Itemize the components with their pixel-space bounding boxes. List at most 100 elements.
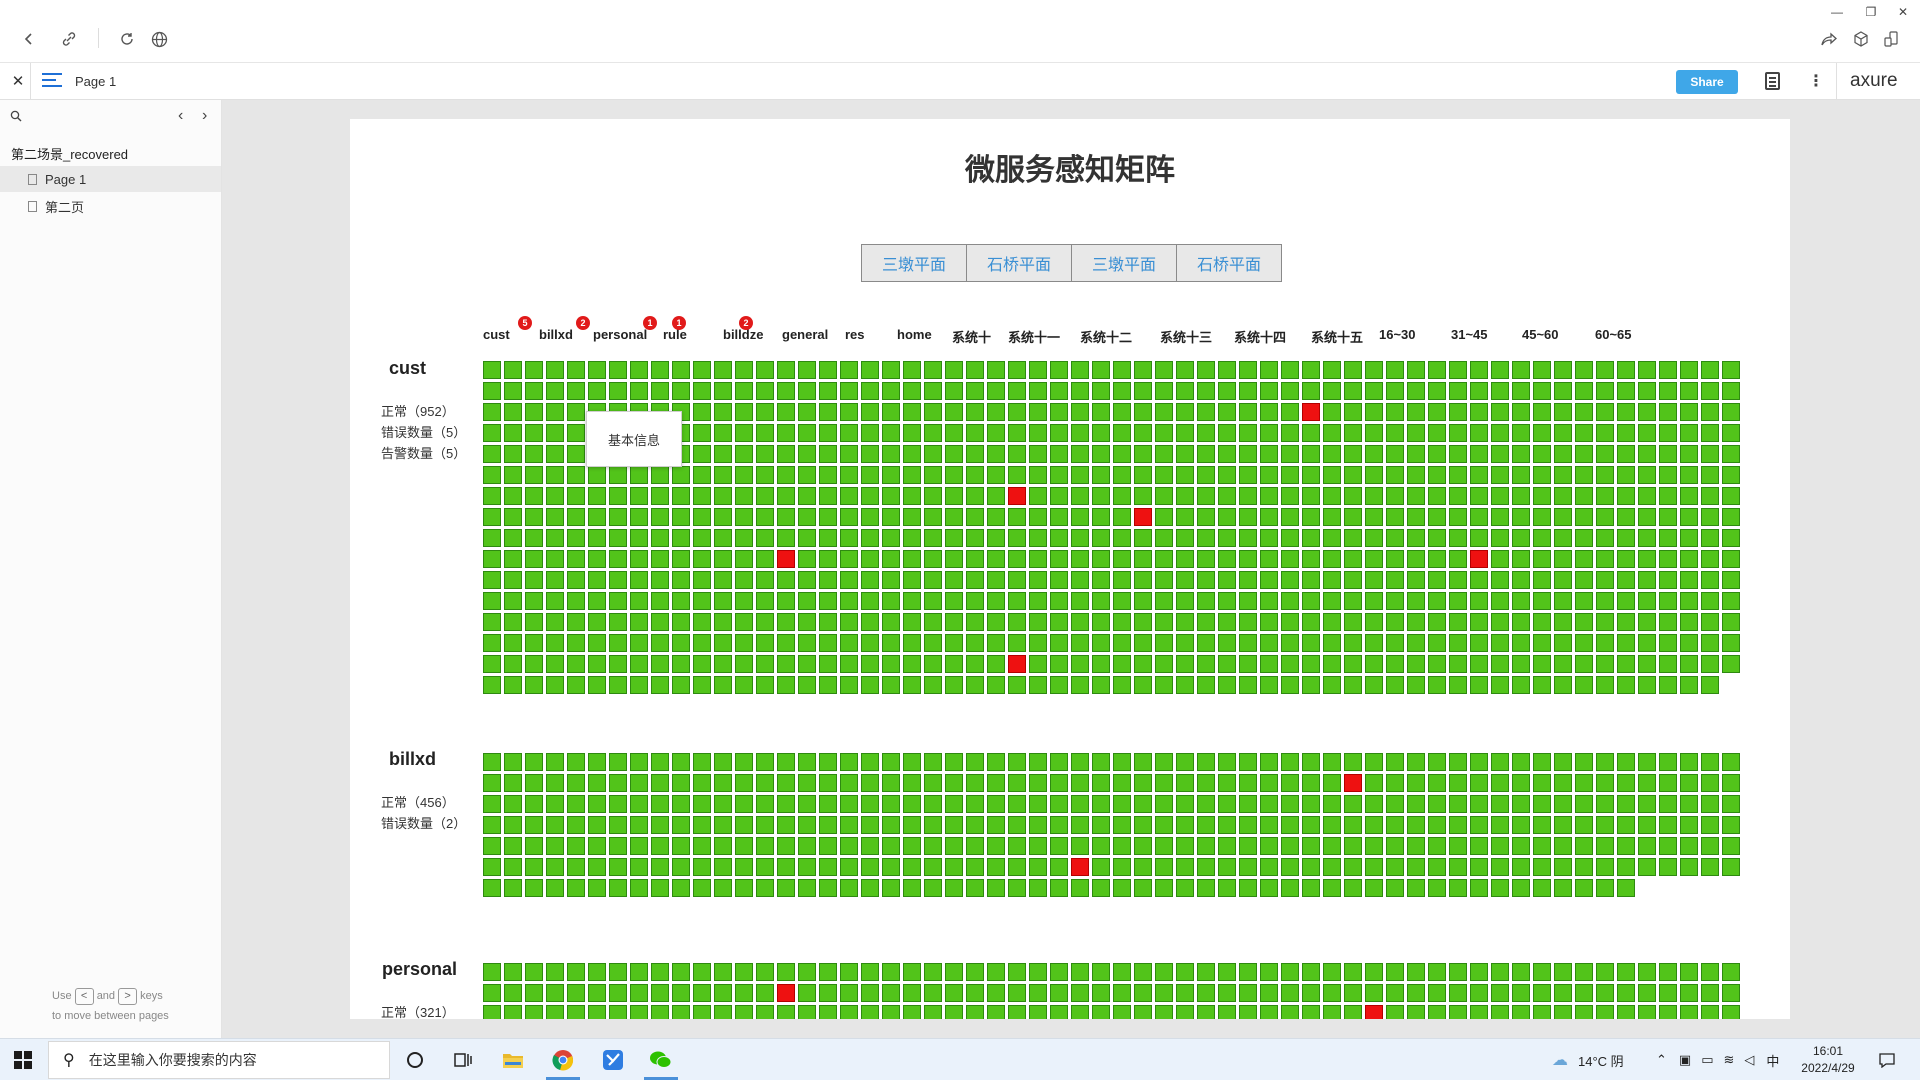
status-cell[interactable]: [1638, 753, 1656, 771]
status-cell[interactable]: [1113, 795, 1131, 813]
status-cell[interactable]: [1638, 487, 1656, 505]
status-cell[interactable]: [1344, 382, 1362, 400]
status-cell[interactable]: [840, 508, 858, 526]
status-cell[interactable]: [840, 879, 858, 897]
status-cell[interactable]: [588, 634, 606, 652]
status-cell[interactable]: [1617, 592, 1635, 610]
status-cell[interactable]: [714, 571, 732, 589]
status-cell[interactable]: [693, 613, 711, 631]
status-cell[interactable]: [1365, 361, 1383, 379]
column-header[interactable]: 系统十二: [1080, 327, 1132, 346]
status-cell[interactable]: [777, 753, 795, 771]
status-cell[interactable]: [1113, 550, 1131, 568]
status-cell[interactable]: [1407, 1005, 1425, 1019]
status-cell[interactable]: [924, 550, 942, 568]
status-cell[interactable]: [1239, 984, 1257, 1002]
status-cell[interactable]: [1218, 508, 1236, 526]
status-cell[interactable]: [1533, 424, 1551, 442]
status-cell[interactable]: [777, 466, 795, 484]
status-cell[interactable]: [1386, 655, 1404, 673]
status-cell[interactable]: [693, 837, 711, 855]
status-cell[interactable]: [1008, 382, 1026, 400]
status-cell[interactable]: [1596, 529, 1614, 547]
status-cell[interactable]: [819, 487, 837, 505]
status-cell[interactable]: [840, 858, 858, 876]
status-cell[interactable]: [1260, 837, 1278, 855]
status-cell[interactable]: [1491, 613, 1509, 631]
status-cell[interactable]: [1575, 1005, 1593, 1019]
status-cell[interactable]: [840, 1005, 858, 1019]
status-cell[interactable]: [1575, 634, 1593, 652]
status-cell[interactable]: [546, 571, 564, 589]
status-cell[interactable]: [987, 795, 1005, 813]
status-cell[interactable]: [1638, 816, 1656, 834]
status-cell[interactable]: [1596, 879, 1614, 897]
status-cell[interactable]: [735, 424, 753, 442]
status-cell[interactable]: [1092, 858, 1110, 876]
status-cell[interactable]: [1092, 753, 1110, 771]
status-cell[interactable]: [525, 816, 543, 834]
status-cell[interactable]: [588, 963, 606, 981]
status-cell[interactable]: [1218, 550, 1236, 568]
status-cell[interactable]: [1722, 963, 1740, 981]
status-cell[interactable]: [1407, 466, 1425, 484]
status-cell[interactable]: [504, 571, 522, 589]
status-cell[interactable]: [1386, 963, 1404, 981]
status-cell[interactable]: [1239, 529, 1257, 547]
status-cell[interactable]: [630, 634, 648, 652]
status-cell[interactable]: [1638, 550, 1656, 568]
status-cell[interactable]: [1050, 613, 1068, 631]
status-cell[interactable]: [798, 466, 816, 484]
status-cell[interactable]: [861, 879, 879, 897]
status-cell[interactable]: [693, 858, 711, 876]
status-cell[interactable]: [1344, 879, 1362, 897]
status-cell[interactable]: [525, 403, 543, 421]
status-cell[interactable]: [987, 424, 1005, 442]
status-cell[interactable]: [756, 655, 774, 673]
status-cell[interactable]: [630, 655, 648, 673]
status-cell[interactable]: [966, 403, 984, 421]
status-cell[interactable]: [714, 487, 732, 505]
status-cell[interactable]: [1365, 529, 1383, 547]
status-cell[interactable]: [1113, 676, 1131, 694]
status-cell[interactable]: [630, 550, 648, 568]
status-cell[interactable]: [1092, 984, 1110, 1002]
status-cell[interactable]: [609, 487, 627, 505]
status-cell[interactable]: [1680, 382, 1698, 400]
status-cell[interactable]: [840, 424, 858, 442]
status-cell[interactable]: [1050, 529, 1068, 547]
status-cell[interactable]: [1344, 592, 1362, 610]
status-cell[interactable]: [1554, 984, 1572, 1002]
status-cell[interactable]: [1218, 403, 1236, 421]
status-cell[interactable]: [1113, 424, 1131, 442]
ime-indicator[interactable]: 中: [1766, 1051, 1779, 1070]
status-cell[interactable]: [840, 984, 858, 1002]
status-cell[interactable]: [525, 795, 543, 813]
status-cell[interactable]: [1134, 795, 1152, 813]
status-cell[interactable]: [882, 571, 900, 589]
status-cell[interactable]: [840, 655, 858, 673]
status-cell[interactable]: [1365, 655, 1383, 673]
status-cell[interactable]: [1722, 466, 1740, 484]
status-cell[interactable]: [1638, 774, 1656, 792]
status-cell[interactable]: [735, 984, 753, 1002]
status-cell[interactable]: [1470, 795, 1488, 813]
status-cell[interactable]: [1659, 858, 1677, 876]
status-cell[interactable]: [1407, 816, 1425, 834]
status-cell[interactable]: [945, 382, 963, 400]
status-cell[interactable]: [840, 445, 858, 463]
status-cell[interactable]: [1029, 382, 1047, 400]
status-cell[interactable]: [735, 655, 753, 673]
status-cell[interactable]: [987, 774, 1005, 792]
status-cell[interactable]: [567, 655, 585, 673]
status-cell[interactable]: [777, 571, 795, 589]
status-cell[interactable]: [1008, 466, 1026, 484]
status-cell[interactable]: [840, 550, 858, 568]
status-cell[interactable]: [1050, 403, 1068, 421]
status-cell[interactable]: [1176, 1005, 1194, 1019]
status-cell[interactable]: [651, 795, 669, 813]
status-cell[interactable]: [1029, 403, 1047, 421]
status-cell[interactable]: [1176, 816, 1194, 834]
status-cell[interactable]: [798, 816, 816, 834]
status-cell[interactable]: [1029, 361, 1047, 379]
